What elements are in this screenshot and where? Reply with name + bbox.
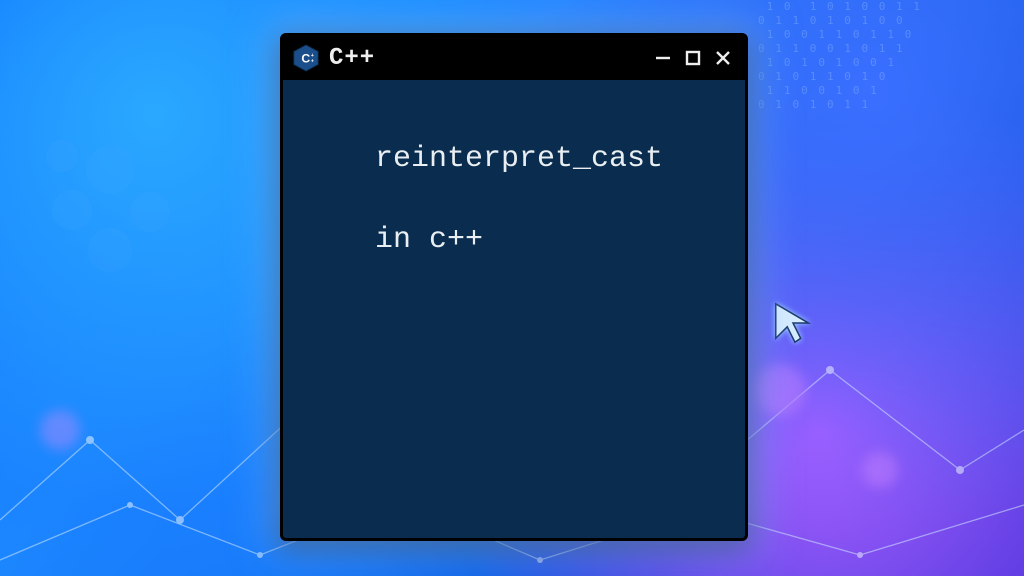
svg-text:+: +	[311, 59, 314, 65]
svg-text:C: C	[301, 52, 310, 66]
minimize-icon	[653, 48, 673, 68]
close-button[interactable]	[711, 46, 735, 70]
close-icon	[713, 48, 733, 68]
maximize-button[interactable]	[681, 46, 705, 70]
code-line-2: in c++	[375, 223, 483, 257]
code-line-1: reinterpret_cast	[375, 142, 663, 176]
terminal-content: reinterpret_cast in c++	[283, 80, 745, 538]
cpp-logo-icon: C + +	[291, 43, 321, 73]
svg-text:+: +	[311, 53, 314, 59]
minimize-button[interactable]	[651, 46, 675, 70]
window-title: C++	[329, 45, 651, 72]
titlebar[interactable]: C + + C++	[283, 36, 745, 80]
maximize-icon	[683, 48, 703, 68]
terminal-window: C + + C++	[280, 33, 748, 541]
cursor-icon	[770, 300, 816, 351]
